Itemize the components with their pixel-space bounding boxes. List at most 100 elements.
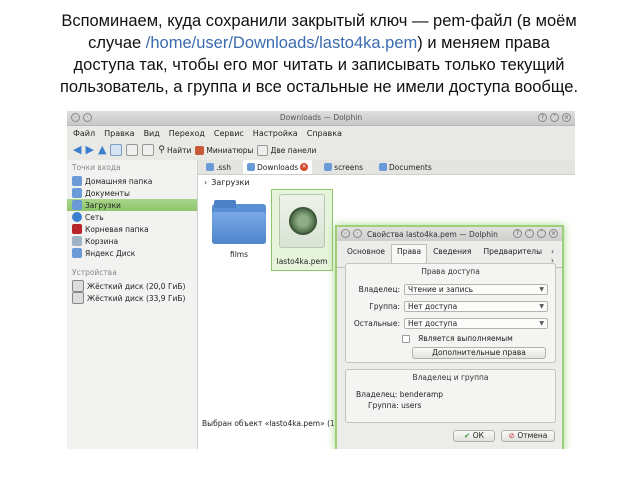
hard-disk-icon bbox=[72, 280, 84, 292]
sidebar-item-label: Документы bbox=[85, 188, 130, 198]
file-item-films[interactable]: films bbox=[204, 200, 274, 259]
tab-bar: .ssh Downloads × screens Documents bbox=[198, 160, 575, 175]
owner-group-section: Владелец и группа Владелец: benderamp Гр… bbox=[345, 369, 556, 423]
file-item-pem[interactable]: lasto4ka.pem bbox=[271, 189, 333, 271]
sidebar-item-disk-1[interactable]: Жёсткий диск (20,0 ГиБ) bbox=[67, 280, 197, 292]
sidebar-item-downloads[interactable]: Загрузки bbox=[67, 199, 197, 211]
sidebar-item-label: Домашняя папка bbox=[85, 176, 153, 186]
sidebar-item-root[interactable]: Корневая папка bbox=[67, 223, 197, 235]
hard-disk-icon bbox=[72, 292, 84, 304]
folder-icon bbox=[206, 163, 214, 171]
chevron-down-icon: ▼ bbox=[539, 320, 544, 327]
sidebar-item-label: Корневая папка bbox=[85, 224, 149, 234]
back-arrow-icon[interactable]: ◀ bbox=[73, 144, 81, 155]
group-row: Группа: Нет доступа ▼ bbox=[350, 301, 550, 312]
properties-dialog: ◦ · Свойства lasto4ka.pem — Dolphin ? ˅ … bbox=[337, 227, 562, 449]
caption-line-2-post: ) и меняем права bbox=[417, 34, 550, 52]
cancel-icon: ⊘ bbox=[508, 431, 515, 440]
tab-label: .ssh bbox=[216, 162, 231, 172]
breadcrumb-chevron-icon: › bbox=[204, 177, 208, 187]
owner-group-title: Владелец и группа bbox=[412, 373, 489, 382]
close-tab-icon[interactable]: × bbox=[300, 163, 309, 171]
find-button[interactable]: ⚲ Найти bbox=[158, 145, 191, 155]
forward-arrow-icon[interactable]: ▶ bbox=[85, 144, 93, 155]
checkmark-icon: ✔ bbox=[464, 431, 471, 440]
places-sidebar: Точки входа Домашняя папка Документы Заг… bbox=[67, 160, 198, 449]
menu-help[interactable]: Справка bbox=[307, 129, 342, 138]
menubar: Файл Правка Вид Переход Сервис Настройка… bbox=[67, 126, 575, 140]
sidebar-item-label: Корзина bbox=[85, 236, 119, 246]
sidebar-item-trash[interactable]: Корзина bbox=[67, 235, 197, 247]
owner-permission-select[interactable]: Чтение и запись ▼ bbox=[404, 284, 548, 295]
close-icon[interactable]: × bbox=[562, 113, 571, 122]
sidebar-item-network[interactable]: Сеть bbox=[67, 211, 197, 223]
chevron-down-icon: ▼ bbox=[539, 303, 544, 310]
up-arrow-icon[interactable]: ▲ bbox=[98, 144, 106, 155]
others-permission-select[interactable]: Нет доступа ▼ bbox=[404, 318, 548, 329]
root-folder-icon bbox=[72, 224, 82, 234]
ok-button[interactable]: ✔ ОК bbox=[453, 430, 495, 442]
sidebar-item-label: Сеть bbox=[85, 212, 104, 222]
icons-view-icon[interactable] bbox=[110, 144, 123, 156]
executable-checkbox[interactable] bbox=[402, 335, 410, 343]
devices-header: Устройства bbox=[72, 268, 117, 277]
cancel-button[interactable]: ⊘ Отмена bbox=[501, 430, 555, 442]
dialog-help-icon[interactable]: ? bbox=[513, 229, 522, 238]
sidebar-item-label: Яндекс Диск bbox=[85, 248, 136, 258]
menu-settings[interactable]: Настройка bbox=[253, 129, 298, 138]
owner-label: Владелец: bbox=[358, 285, 400, 294]
menu-file[interactable]: Файл bbox=[73, 129, 95, 138]
minimize-icon[interactable]: ˅ bbox=[550, 113, 559, 122]
owner-line: Владелец: benderamp bbox=[356, 390, 444, 399]
binoculars-icon: ⚲ bbox=[158, 145, 165, 155]
split-button-label: Две панели bbox=[270, 145, 317, 155]
screenshot-desktop: ◦ · Downloads — Dolphin ? ˅ × Файл Правк… bbox=[67, 111, 575, 449]
dialog-minimize-icon[interactable]: ˅ bbox=[525, 229, 534, 238]
breadcrumb[interactable]: › Загрузки bbox=[198, 175, 575, 189]
sidebar-item-home[interactable]: Домашняя папка bbox=[67, 175, 197, 187]
menu-tools[interactable]: Сервис bbox=[214, 129, 244, 138]
preview-icon bbox=[195, 145, 205, 155]
others-permission-value: Нет доступа bbox=[408, 319, 458, 328]
file-name: lasto4ka.pem bbox=[276, 257, 328, 266]
sidebar-item-yandex[interactable]: Яндекс Диск bbox=[67, 247, 197, 259]
sidebar-item-label: Загрузки bbox=[85, 200, 121, 210]
preview-button[interactable]: Миниатюры bbox=[195, 145, 253, 155]
group-line: Группа: users bbox=[368, 401, 422, 410]
details-view-icon[interactable] bbox=[142, 144, 155, 156]
dialog-close-icon[interactable]: × bbox=[549, 229, 558, 238]
certificate-file-icon bbox=[279, 194, 325, 248]
menu-edit[interactable]: Правка bbox=[104, 129, 134, 138]
sidebar-item-documents[interactable]: Документы bbox=[67, 187, 197, 199]
group-permission-select[interactable]: Нет доступа ▼ bbox=[404, 301, 548, 312]
menu-view[interactable]: Вид bbox=[144, 129, 160, 138]
sidebar-item-disk-2[interactable]: Жёсткий диск (33,9 ГиБ) bbox=[67, 292, 197, 304]
window-titlebar[interactable]: ◦ · Downloads — Dolphin ? ˅ × bbox=[67, 111, 575, 126]
group-label: Группа: bbox=[369, 302, 400, 311]
dialog-titlebar[interactable]: ◦ · Свойства lasto4ka.pem — Dolphin ? ˅ … bbox=[337, 227, 562, 241]
toolbar: ◀ ▶ ▲ ⚲ Найти Миниатюры Две панели bbox=[67, 140, 575, 161]
caption-line-4: пользователь, а группа и все остальные н… bbox=[59, 78, 579, 96]
tab-screens[interactable]: screens bbox=[320, 163, 367, 172]
home-folder-icon bbox=[72, 176, 82, 186]
split-button[interactable]: Две панели bbox=[257, 144, 317, 156]
folder-icon bbox=[379, 163, 387, 171]
dialog-menu-icon[interactable]: ◦ bbox=[341, 229, 350, 238]
owner-permission-value: Чтение и запись bbox=[408, 285, 474, 294]
dialog-maximize-icon[interactable]: ˄ bbox=[537, 229, 546, 238]
menu-go[interactable]: Переход bbox=[169, 129, 205, 138]
tab-documents[interactable]: Documents bbox=[375, 163, 436, 172]
caption-path: /home/user/Downloads/lasto4ka.pem bbox=[145, 34, 418, 52]
tab-downloads[interactable]: Downloads × bbox=[242, 160, 313, 174]
advanced-permissions-button[interactable]: Дополнительные права bbox=[412, 347, 546, 359]
ok-button-label: ОК bbox=[472, 431, 484, 440]
sidebar-item-label: Жёсткий диск (33,9 ГиБ) bbox=[87, 293, 186, 303]
find-button-label: Найти bbox=[167, 145, 192, 155]
access-permissions-title: Права доступа bbox=[421, 267, 480, 276]
tab-ssh[interactable]: .ssh bbox=[202, 163, 235, 172]
dialog-pin-icon[interactable]: · bbox=[353, 229, 362, 238]
downloads-folder-icon bbox=[72, 200, 82, 210]
compact-view-icon[interactable] bbox=[126, 144, 139, 156]
caption-line-2-pre: случае bbox=[88, 34, 146, 52]
help-icon[interactable]: ? bbox=[538, 113, 547, 122]
